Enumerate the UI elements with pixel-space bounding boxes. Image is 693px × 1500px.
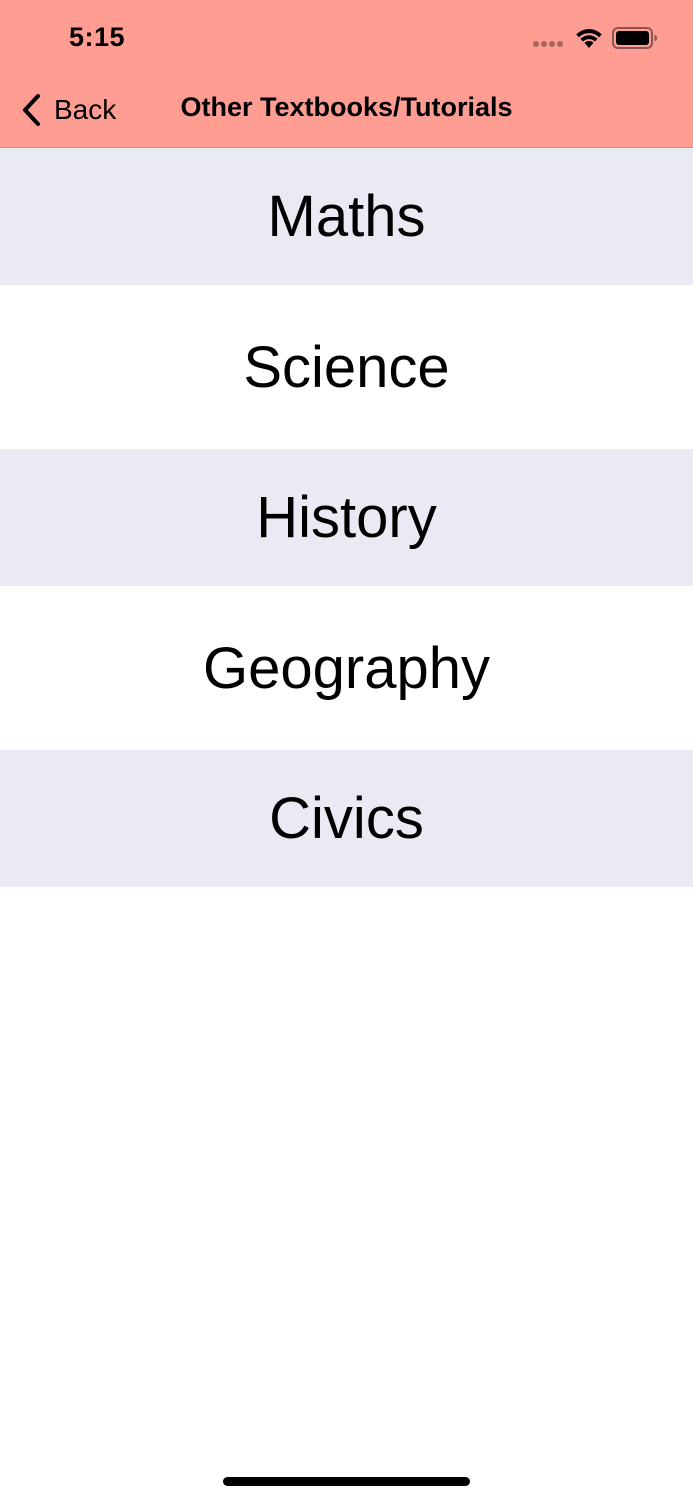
- home-indicator[interactable]: [223, 1477, 470, 1486]
- wifi-icon: [576, 29, 602, 48]
- status-time: 5:15: [69, 22, 126, 52]
- list-item-history[interactable]: History: [0, 449, 693, 586]
- battery-icon: [612, 27, 657, 49]
- list-item-maths[interactable]: Maths: [0, 148, 693, 285]
- app-screen: 5:15 Back Other Textbooks/Tutorials Math…: [0, 0, 693, 1500]
- list-item-geography[interactable]: Geography: [0, 586, 693, 750]
- list-item-science[interactable]: Science: [0, 285, 693, 449]
- subject-list: Maths Science History Geography Civics: [0, 148, 693, 887]
- cellular-signal-icon: [533, 41, 565, 49]
- list-item-civics[interactable]: Civics: [0, 750, 693, 887]
- navigation-header: 5:15 Back Other Textbooks/Tutorials: [0, 0, 693, 148]
- page-title: Other Textbooks/Tutorials: [180, 92, 513, 122]
